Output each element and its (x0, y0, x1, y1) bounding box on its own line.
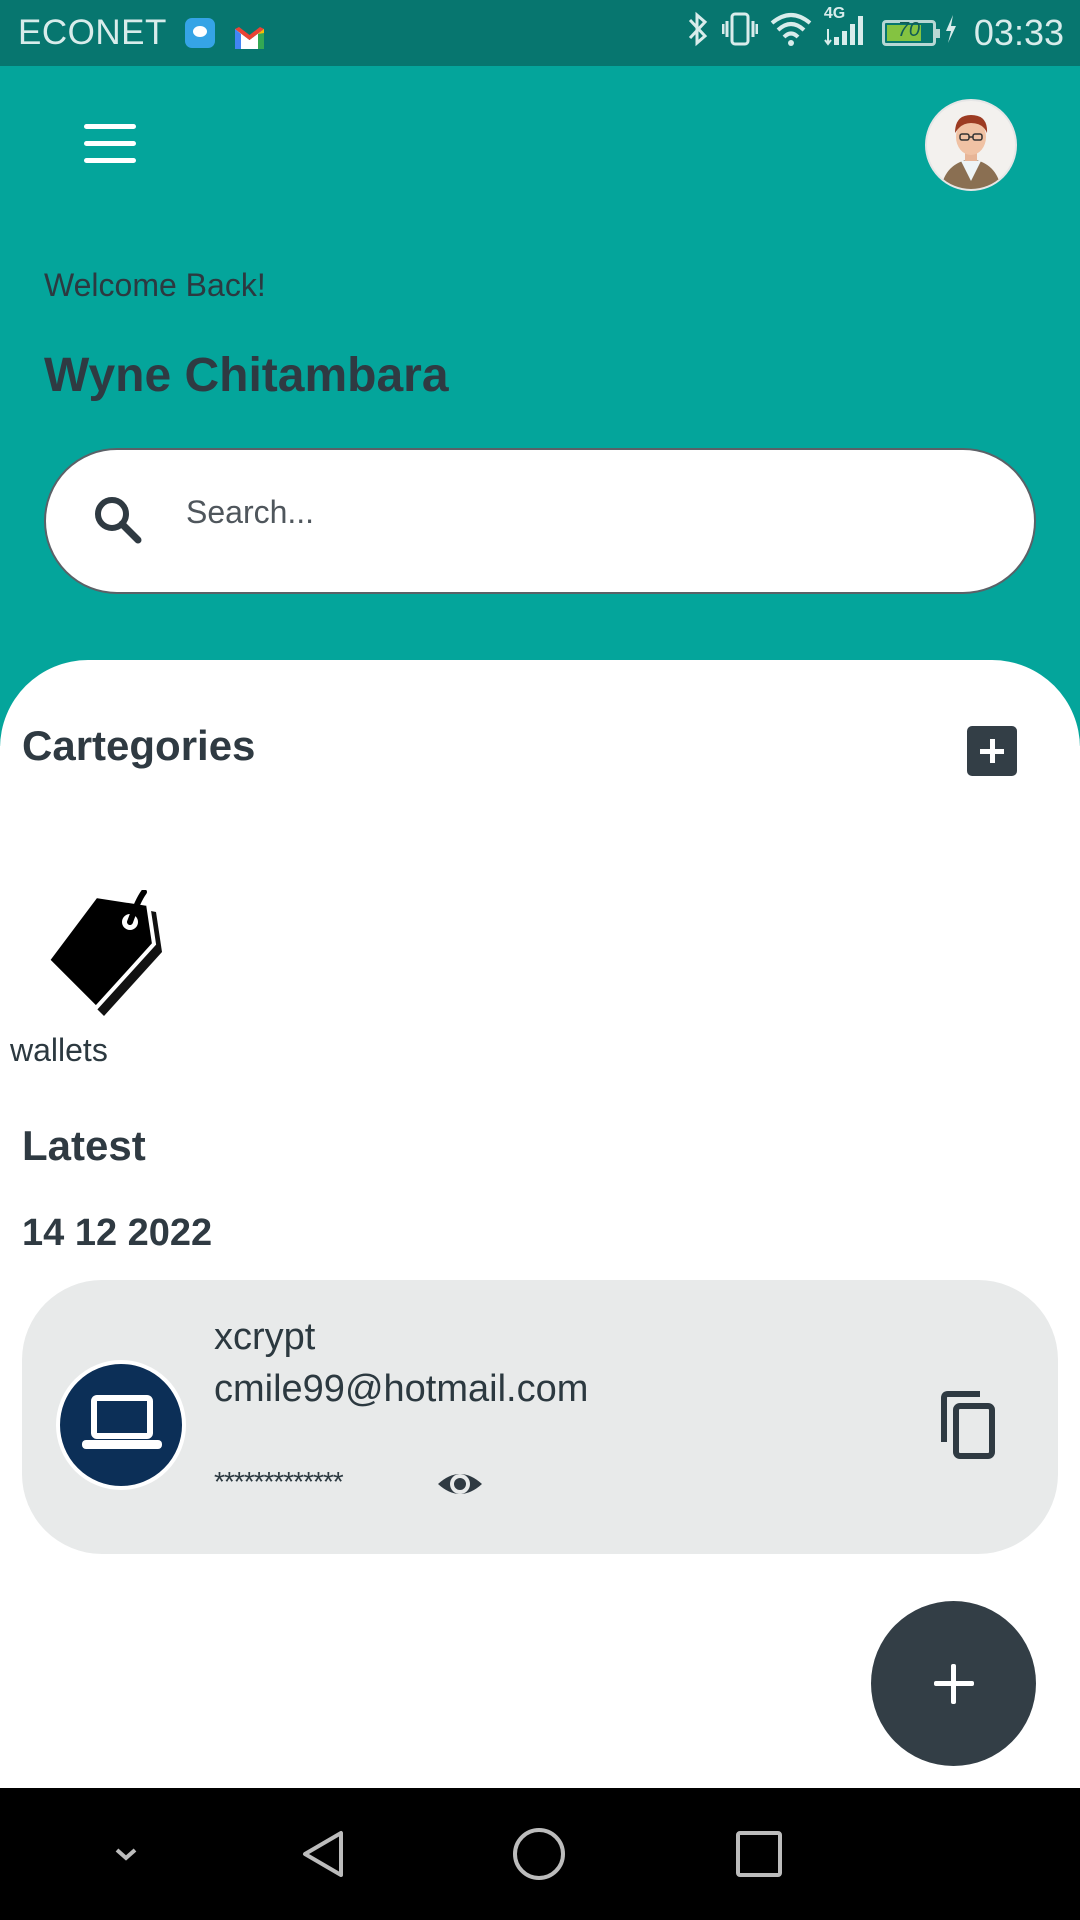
status-bar: ECONET 4G 70 03:33 (0, 0, 1080, 66)
latest-title: Latest (22, 1122, 146, 1169)
vibrate-icon (721, 11, 759, 56)
charging-icon (944, 13, 958, 53)
hamburger-menu-icon (84, 124, 136, 129)
back-triangle-icon (303, 1831, 343, 1877)
search-icon (90, 492, 146, 548)
entry-email: cmile99@hotmail.com (214, 1368, 589, 1410)
menu-button[interactable] (84, 124, 136, 164)
chat-notification-icon (184, 18, 215, 48)
carrier-name: ECONET (18, 13, 167, 52)
search-input[interactable] (184, 480, 988, 544)
avatar-person-icon (941, 115, 1001, 189)
credential-card[interactable]: xcrypt cmile99@hotmail.com ************* (22, 1280, 1058, 1554)
chevron-down-icon (115, 1848, 137, 1861)
laptop-icon (82, 1392, 162, 1456)
price-tag-icon (44, 889, 174, 1020)
nav-back-button[interactable] (284, 1788, 364, 1920)
category-label: wallets (10, 1032, 108, 1068)
show-password-button[interactable] (436, 1460, 484, 1508)
header: Welcome Back! Wyne Chitambara (0, 66, 1080, 746)
categories-title: Cartegories (22, 722, 256, 769)
battery-icon: 70 (881, 19, 940, 46)
bluetooth-icon (686, 10, 710, 57)
user-name: Wyne Chitambara (44, 349, 449, 402)
entry-name: xcrypt (214, 1316, 316, 1358)
eye-icon (438, 1474, 482, 1494)
welcome-text: Welcome Back! (44, 267, 266, 303)
home-circle-icon (513, 1828, 565, 1880)
date-label: 14 12 2022 (22, 1212, 213, 1254)
wifi-icon (770, 12, 812, 55)
signal-icon: 4G (824, 5, 868, 56)
gmail-icon (234, 20, 265, 49)
entry-password: ************* (214, 1466, 344, 1497)
nav-collapse-button[interactable] (96, 1788, 156, 1920)
search-bar[interactable] (44, 448, 1036, 594)
add-category-button[interactable] (967, 726, 1017, 776)
network-type: 4G (823, 4, 846, 22)
recents-square-icon (736, 1831, 782, 1877)
nav-recents-button[interactable] (719, 1788, 799, 1920)
system-nav-bar (0, 1788, 1080, 1920)
entry-avatar (56, 1360, 186, 1490)
add-entry-fab[interactable] (871, 1601, 1036, 1766)
copy-icon (941, 1391, 995, 1459)
battery-level: 70 (897, 19, 921, 41)
status-time: 03:33 (973, 12, 1064, 53)
copy-button[interactable] (936, 1390, 1000, 1460)
user-avatar[interactable] (925, 99, 1017, 191)
nav-home-button[interactable] (499, 1788, 579, 1920)
